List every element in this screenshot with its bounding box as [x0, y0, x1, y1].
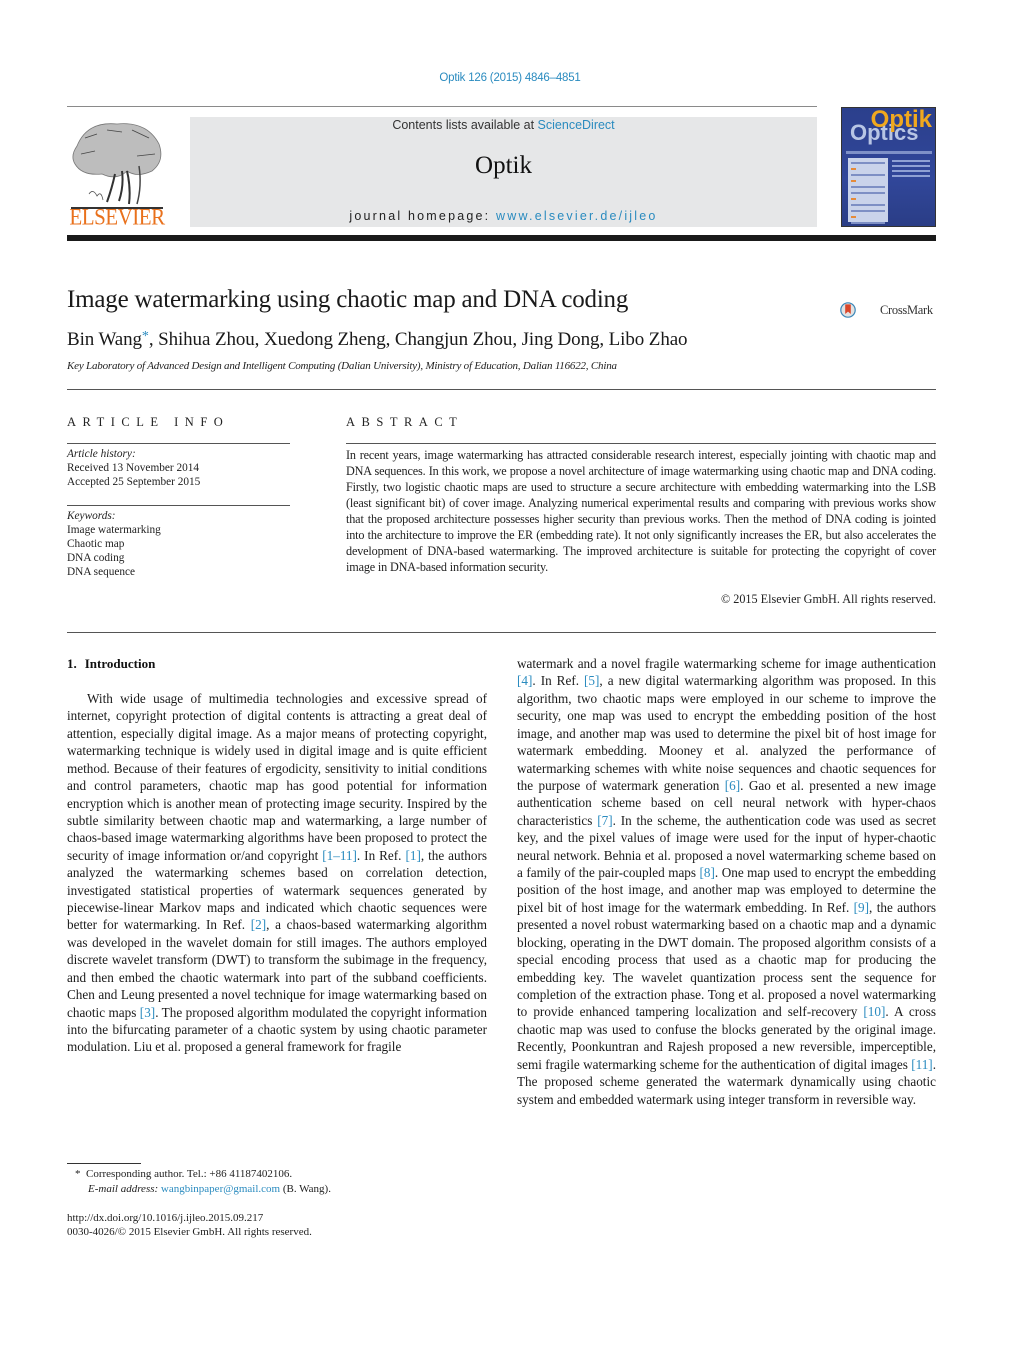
divider	[67, 389, 936, 390]
divider	[67, 106, 817, 107]
intro-paragraph-right: watermark and a novel fragile watermarki…	[517, 655, 936, 1108]
text-run: . In Ref.	[356, 847, 406, 863]
accepted-date: Accepted 25 September 2015	[67, 476, 201, 488]
citation-link[interactable]: [8]	[700, 865, 715, 880]
footnote-corresponding: * Corresponding author. Tel.: +86 411874…	[67, 1167, 292, 1182]
sciencedirect-link[interactable]: ScienceDirect	[538, 118, 615, 132]
text-run: . In Ref.	[532, 673, 585, 689]
cover-contents-panel	[848, 158, 888, 224]
text-run: , a new digital watermarking algorithm w…	[517, 673, 936, 793]
divider	[67, 443, 290, 444]
keyword-item: DNA sequence	[67, 566, 136, 578]
abstract-heading: ABSTRACT	[346, 415, 464, 429]
abstract-copyright: © 2015 Elsevier GmbH. All rights reserve…	[720, 592, 936, 606]
author-bin-wang: Bin Wang	[67, 329, 142, 350]
author-list: Bin Wang*, Shihua Zhou, Xuedong Zheng, C…	[67, 329, 688, 351]
journal-cover-thumbnail[interactable]: Optics Optik	[841, 107, 936, 227]
article-title: Image watermarking using chaotic map and…	[67, 286, 629, 313]
keyword-item: DNA coding	[67, 552, 125, 564]
received-date: Received 13 November 2014	[67, 462, 200, 474]
doi-link[interactable]: http://dx.doi.org/10.1016/j.ijleo.2015.0…	[67, 1211, 263, 1226]
keywords-block: Keywords: Image watermarking Chaotic map…	[67, 509, 161, 579]
header-thick-rule	[67, 235, 936, 241]
citation-link[interactable]: [3]	[140, 1005, 155, 1020]
citation-link[interactable]: [7]	[597, 813, 612, 828]
citation-link[interactable]: [2]	[251, 917, 266, 932]
keyword-item: Chaotic map	[67, 538, 125, 550]
contents-prefix: Contents lists available at	[392, 118, 538, 132]
divider	[67, 632, 936, 633]
citation-link[interactable]: [5]	[584, 673, 599, 688]
divider	[346, 443, 936, 444]
cover-stripe	[846, 151, 932, 154]
issn-copyright: 0030-4026/© 2015 Elsevier GmbH. All righ…	[67, 1226, 312, 1238]
corresponding-author-note: Corresponding author. Tel.: +86 41187402…	[86, 1168, 293, 1180]
homepage-prefix: journal homepage:	[349, 209, 497, 223]
cover-side-text	[892, 160, 930, 162]
section-number: 1.	[67, 656, 77, 671]
citation-link[interactable]: [6]	[725, 778, 740, 793]
section-heading-introduction: 1. Introduction	[67, 656, 155, 672]
footnote-email: E-mail address: wangbinpaper@gmail.com (…	[67, 1182, 331, 1197]
keywords-label: Keywords:	[67, 510, 116, 522]
citation-link[interactable]: [9]	[854, 900, 869, 915]
email-label: E-mail address:	[88, 1183, 161, 1195]
citation-link[interactable]: [1]	[405, 848, 420, 863]
email-link[interactable]: wangbinpaper@gmail.com	[161, 1183, 280, 1195]
footnote-marker: *	[75, 1168, 81, 1180]
affiliation: Key Laboratory of Advanced Design and In…	[67, 360, 617, 372]
divider	[67, 505, 290, 506]
cover-title-optik: Optik	[870, 107, 932, 133]
journal-citation-link[interactable]: Optik 126 (2015) 4846–4851	[0, 72, 1020, 84]
citation-link[interactable]: [11]	[911, 1057, 932, 1072]
text-run: With wide usage of multimedia technologi…	[67, 691, 487, 863]
co-authors: , Shihua Zhou, Xuedong Zheng, Changjun Z…	[148, 329, 688, 350]
journal-homepage-line: journal homepage: www.elsevier.de/ijleo	[190, 209, 817, 223]
history-label: Article history:	[67, 448, 136, 460]
crossmark-icon[interactable]	[840, 290, 880, 330]
journal-title: Optik	[475, 152, 532, 179]
citation-link[interactable]: [4]	[517, 673, 532, 688]
email-suffix: (B. Wang).	[280, 1183, 331, 1195]
contents-line: Contents lists available at ScienceDirec…	[190, 118, 817, 132]
corresponding-author-marker[interactable]: *	[142, 329, 149, 344]
abstract-text: In recent years, image watermarking has …	[346, 448, 936, 575]
citation-link[interactable]: [1–11]	[322, 848, 357, 863]
journal-homepage-link[interactable]: www.elsevier.de/ijleo	[496, 209, 658, 223]
footnote-divider	[67, 1163, 141, 1164]
elsevier-wordmark: ELSEVIER	[69, 204, 165, 230]
intro-paragraph-left: With wide usage of multimedia technologi…	[67, 690, 487, 1056]
section-title: Introduction	[84, 656, 156, 671]
article-history: Article history: Received 13 November 20…	[67, 447, 200, 489]
article-info-heading: ARTICLE INFO	[67, 415, 230, 429]
citation-link[interactable]: [10]	[863, 1004, 885, 1019]
text-run: , the authors presented a novel robust w…	[517, 899, 936, 1020]
crossmark-label[interactable]: CrossMark	[880, 303, 933, 318]
text-run: watermark and a novel fragile watermarki…	[517, 656, 936, 671]
keyword-item: Image watermarking	[67, 524, 161, 536]
